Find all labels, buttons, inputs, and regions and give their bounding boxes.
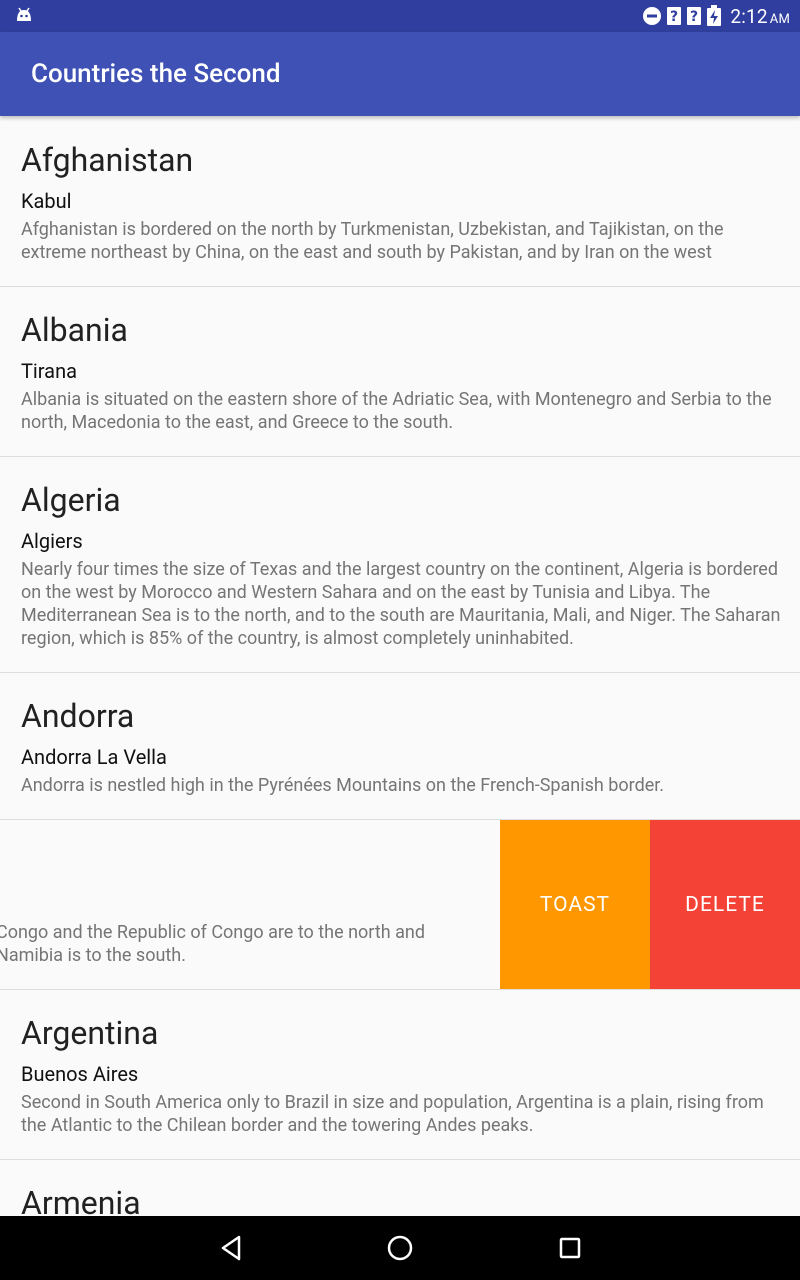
country-capital: Andorra La Vella [21, 745, 167, 769]
navigation-bar [0, 1216, 800, 1280]
do-not-disturb-icon [643, 7, 662, 25]
toast-button[interactable]: TOAST [500, 820, 650, 989]
list-item[interactable]: Andorra Andorra La Vella Andorra is nest… [0, 673, 800, 820]
country-name: Armenia [21, 1184, 141, 1216]
list-item[interactable]: Afghanistan Kabul Afghanistan is bordere… [0, 116, 800, 287]
recents-button[interactable] [554, 1232, 586, 1264]
svg-text:?: ? [690, 9, 698, 25]
android-debug-icon [17, 7, 31, 21]
country-name: Algeria [21, 481, 121, 519]
home-button[interactable] [384, 1232, 416, 1264]
country-name: Albania [21, 311, 128, 349]
home-icon [387, 1235, 413, 1261]
swiped-list-item[interactable]: Congo and the Republic of Congo are to t… [0, 820, 800, 990]
list-item[interactable]: Algeria Algiers Nearly four times the si… [0, 457, 800, 673]
signal-unknown-icon: ? [667, 7, 682, 25]
svg-text:?: ? [670, 9, 678, 25]
country-description: Afghanistan is bordered on the north by … [21, 219, 724, 263]
country-description: Second in South America only to Brazil i… [21, 1092, 764, 1136]
status-bar: ? ? 2:12 AM [0, 0, 800, 32]
country-description: Andorra is nestled high in the Pyrénées … [21, 775, 665, 796]
country-name: Afghanistan [21, 141, 194, 179]
country-name: Argentina [21, 1014, 159, 1052]
list-item[interactable]: Armenia [0, 1160, 800, 1216]
country-capital: Tirana [21, 359, 77, 383]
battery-charging-icon [707, 5, 722, 26]
app-bar: Countries the Second [0, 32, 800, 116]
list-item[interactable]: Albania Tirana Albania is situated on th… [0, 287, 800, 457]
country-description: Congo and the Republic of Congo are to t… [0, 922, 425, 966]
app-title: Countries the Second [31, 59, 281, 89]
swipe-actions: TOAST DELETE [500, 820, 800, 989]
clock: 2:12 AM [730, 4, 790, 28]
signal-unknown-icon: ? [687, 7, 702, 25]
delete-button[interactable]: DELETE [650, 820, 800, 989]
country-capital: Buenos Aires [21, 1062, 139, 1086]
country-list[interactable]: Afghanistan Kabul Afghanistan is bordere… [0, 116, 800, 1216]
country-capital: Algiers [21, 529, 83, 553]
status-icons: ? ? 2:12 AM [642, 0, 790, 32]
country-description: Albania is situated on the eastern shore… [21, 389, 772, 433]
country-name: Andorra [21, 697, 135, 735]
list-item[interactable]: Argentina Buenos Aires Second in South A… [0, 990, 800, 1160]
swiped-row-content: Congo and the Republic of Congo are to t… [0, 820, 450, 989]
country-capital: Kabul [21, 189, 72, 213]
back-button[interactable] [215, 1232, 247, 1264]
recents-icon [559, 1237, 581, 1259]
country-description: Nearly four times the size of Texas and … [21, 559, 781, 649]
back-icon [221, 1235, 241, 1261]
